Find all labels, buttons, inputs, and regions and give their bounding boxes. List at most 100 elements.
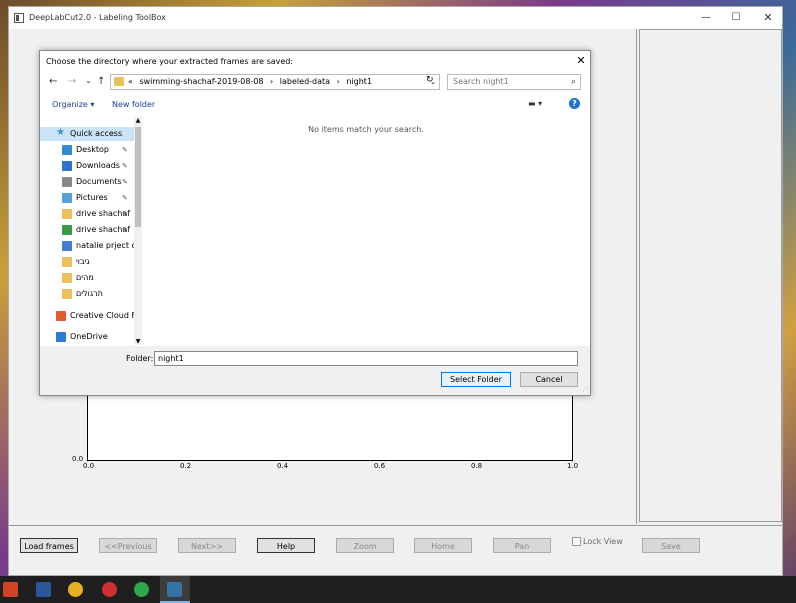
nav-item[interactable]: natalie prject div [40, 239, 134, 253]
breadcrumb-overflow[interactable]: « [128, 77, 133, 86]
select-folder-button[interactable]: Select Folder [441, 372, 511, 387]
nav-item-label: Pictures [76, 193, 108, 202]
nav-item[interactable]: drive shachaf ✎ [40, 223, 134, 237]
pin-icon: ✎ [122, 210, 128, 218]
nav-item[interactable]: Documents ✎ [40, 175, 134, 189]
breadcrumb-item[interactable]: swimming-shachaf-2019-08-08 [139, 77, 263, 86]
folder-icon [62, 209, 72, 219]
command-bar: Organize ▾ New folder ▬ ▾ ? [40, 96, 590, 114]
gdrive-icon [62, 225, 72, 235]
search-input[interactable]: Search night1 ⌕ [447, 74, 581, 90]
nav-item-label: Downloads [76, 161, 120, 170]
nav-item[interactable]: תרגולים [40, 287, 134, 301]
window-titlebar[interactable]: DeepLabCut2.0 - Labeling ToolBox — ☐ ✕ [9, 7, 782, 29]
maximize-button[interactable]: ☐ [722, 10, 750, 26]
search-icon: ⌕ [570, 77, 576, 87]
nav-item[interactable]: drive shachaf ✎ [40, 207, 134, 221]
resize-grip-icon[interactable]: ⋰ [582, 386, 588, 393]
nav-item-label: Desktop [76, 145, 109, 154]
breadcrumb-item[interactable]: labeled-data [280, 77, 330, 86]
nav-item[interactable]: Downloads ✎ [40, 159, 134, 173]
nav-item-label: מהים [76, 273, 94, 282]
address-bar[interactable]: « swimming-shachaf-2019-08-08 › labeled-… [110, 74, 440, 90]
scroll-thumb[interactable] [135, 127, 141, 227]
star-icon: ★ [56, 127, 65, 138]
nav-item[interactable]: מהים [40, 271, 134, 285]
folder-label: Folder: [126, 354, 154, 363]
previous-button[interactable]: <<Previous [99, 538, 157, 553]
nav-item-label: Documents [76, 177, 122, 186]
nav-item-label: תרגולים [76, 289, 103, 298]
pin-icon: ✎ [122, 226, 128, 234]
save-button[interactable]: Save [642, 538, 700, 553]
sync-folder-icon [62, 273, 72, 283]
back-arrow-icon[interactable]: ← [49, 76, 57, 87]
refresh-icon[interactable]: ↻ [426, 75, 434, 85]
desktop-icon [62, 145, 72, 155]
picture-icon [62, 193, 72, 203]
chrome-icon[interactable] [68, 582, 83, 597]
nav-item[interactable]: Pictures ✎ [40, 191, 134, 205]
folder-input[interactable]: night1 [154, 351, 578, 366]
python-icon[interactable] [167, 582, 182, 597]
minimize-button[interactable]: — [692, 10, 720, 26]
up-arrow-icon[interactable]: ↑ [97, 76, 105, 87]
app-green-ring-icon[interactable] [134, 582, 149, 597]
forward-arrow-icon[interactable]: → [68, 76, 76, 87]
nav-item-label: natalie prject div [76, 241, 134, 250]
cancel-button[interactable]: Cancel [520, 372, 578, 387]
breadcrumb-separator-icon[interactable]: › [270, 77, 273, 86]
powerpoint-icon[interactable] [3, 582, 18, 597]
scroll-up-icon[interactable]: ▲ [134, 117, 142, 124]
window-title: DeepLabCut2.0 - Labeling ToolBox [29, 13, 166, 22]
dialog-title: Choose the directory where your extracte… [46, 57, 294, 66]
app-red-ring-icon[interactable] [102, 582, 117, 597]
app-icon [14, 13, 24, 23]
breadcrumb-item[interactable]: night1 [346, 77, 372, 86]
folder-icon [114, 77, 124, 86]
creative-cloud-icon [56, 311, 66, 321]
download-icon [62, 161, 72, 171]
nav-item[interactable]: גיבוי [40, 255, 134, 269]
file-list[interactable]: No items match your search. [142, 117, 590, 345]
check-folder-icon [62, 289, 72, 299]
nav-scrollbar[interactable]: ▲ ▼ [134, 117, 142, 345]
pin-icon: ✎ [122, 146, 128, 154]
nav-item-label: Quick access [70, 129, 123, 138]
pin-icon: ✎ [122, 178, 128, 186]
x-tick-label: 0.6 [374, 462, 386, 470]
x-tick-label: 0.8 [471, 462, 483, 470]
next-button[interactable]: Next>> [178, 538, 236, 553]
organize-menu[interactable]: Organize ▾ [52, 100, 94, 109]
sync-folder-icon [62, 257, 72, 267]
taskbar [0, 576, 796, 603]
nav-item-label: OneDrive [70, 332, 108, 341]
divider [9, 525, 782, 526]
nav-item[interactable]: ★ Quick access [40, 127, 134, 141]
dialog-footer: Folder: night1 Select Folder Cancel ⋰ [40, 346, 590, 395]
gdrive-icon [62, 241, 72, 251]
nav-item[interactable]: Creative Cloud Fil [40, 309, 134, 323]
dialog-close-button[interactable]: ✕ [573, 53, 589, 69]
nav-item[interactable]: Desktop ✎ [40, 143, 134, 157]
help-icon[interactable]: ? [569, 98, 580, 109]
new-folder-button[interactable]: New folder [112, 100, 155, 109]
breadcrumb-separator-icon[interactable]: › [337, 77, 340, 86]
zoom-button[interactable]: Zoom [336, 538, 394, 553]
choose-directory-dialog: Choose the directory where your extracte… [39, 50, 591, 396]
nav-item[interactable]: OneDrive [40, 330, 134, 344]
help-button[interactable]: Help [257, 538, 315, 553]
x-tick-label: 1.0 [567, 462, 579, 470]
word-icon[interactable] [36, 582, 51, 597]
recent-locations-icon[interactable]: ⌄ [85, 76, 92, 85]
pan-button[interactable]: Pan [493, 538, 551, 553]
load-frames-button[interactable]: Load frames [20, 538, 78, 553]
x-tick-label: 0.4 [277, 462, 289, 470]
view-options-button[interactable]: ▬ ▾ [528, 99, 542, 108]
pin-icon: ✎ [122, 194, 128, 202]
y-tick-label: 0.0 [72, 455, 84, 463]
home-button[interactable]: Home [414, 538, 472, 553]
lock-view-checkbox[interactable] [572, 537, 581, 546]
close-window-button[interactable]: ✕ [754, 10, 782, 26]
scroll-down-icon[interactable]: ▼ [134, 338, 142, 345]
